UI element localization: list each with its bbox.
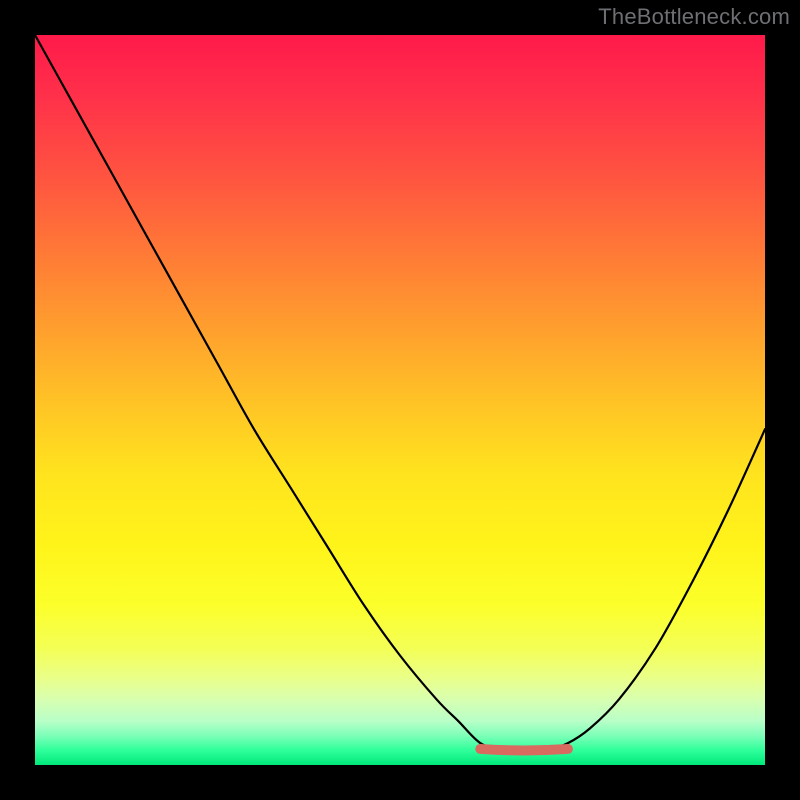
watermark-text: TheBottleneck.com (598, 4, 790, 30)
flat-minimum-segment (480, 749, 568, 751)
curve-layer (35, 35, 765, 765)
bottleneck-curve (35, 35, 765, 751)
plot-area (35, 35, 765, 765)
chart-frame: TheBottleneck.com (0, 0, 800, 800)
